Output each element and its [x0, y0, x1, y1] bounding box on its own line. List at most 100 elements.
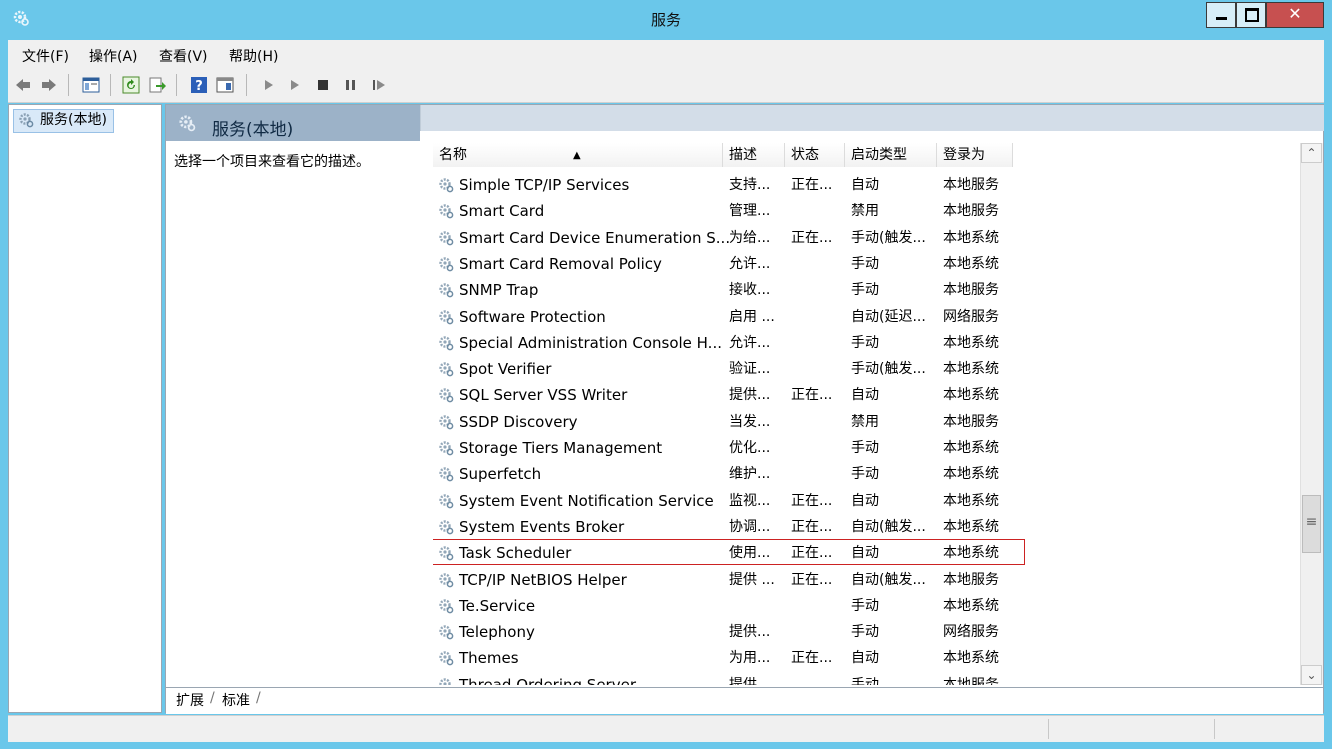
service-row[interactable]: Storage Tiers Management 优化... 手动 本地系统	[433, 434, 1300, 460]
service-name: SQL Server VSS Writer	[459, 386, 628, 405]
menu-bar: 文件(F) 操作(A) 查看(V) 帮助(H)	[8, 40, 1324, 68]
service-row[interactable]: Spot Verifier 验证... 手动(触发... 本地系统	[433, 355, 1300, 381]
service-row[interactable]: SQL Server VSS Writer 提供... 正在... 自动 本地系统	[433, 381, 1300, 407]
column-header-logon-as[interactable]: 登录为	[937, 143, 1013, 167]
start-service-alt-icon[interactable]	[286, 76, 304, 94]
service-row[interactable]: System Event Notification Service 监视... 正在…	[433, 487, 1300, 513]
service-gear-icon	[439, 257, 454, 272]
service-row[interactable]: Task Scheduler 使用... 正在... 自动 本地系统	[433, 539, 1025, 566]
stop-service-icon[interactable]	[314, 76, 332, 94]
restart-service-icon[interactable]	[370, 76, 388, 94]
help-icon[interactable]: ?	[190, 76, 208, 94]
service-row[interactable]: Smart Card Device Enumeration S... 为给... 正…	[433, 224, 1300, 250]
column-header-label: 启动类型	[851, 147, 907, 163]
service-description: 接收...	[729, 282, 771, 299]
show-hide-console-tree-icon[interactable]	[82, 76, 100, 94]
service-row[interactable]: TCP/IP NetBIOS Helper 提供 ... 正在... 自动(触发...…	[433, 566, 1300, 592]
service-row[interactable]: Thread Ordering Server 提供... 手动 本地服务	[433, 671, 1300, 685]
service-description: 支持...	[729, 177, 771, 193]
service-row[interactable]: SSDP Discovery 当发... 禁用 本地服务	[433, 408, 1300, 434]
service-name: Telephony	[459, 623, 535, 642]
service-startup-type: 禁用	[851, 413, 879, 430]
service-name: SSDP Discovery	[459, 412, 578, 431]
toolbar-separator	[110, 74, 111, 96]
menu-view[interactable]: 查看(V)	[159, 46, 208, 66]
service-startup-type: 自动	[851, 650, 879, 667]
menu-help[interactable]: 帮助(H)	[229, 46, 278, 66]
service-row[interactable]: Smart Card 管理... 禁用 本地服务	[433, 197, 1300, 223]
service-name: Task Scheduler	[459, 544, 572, 563]
service-name: Storage Tiers Management	[459, 439, 663, 457]
pause-service-icon[interactable]	[342, 76, 360, 94]
service-description: 提供 ...	[729, 571, 775, 588]
service-row[interactable]: Simple TCP/IP Services 支持... 正在... 自动 本地服务	[433, 171, 1300, 197]
service-row[interactable]: Software Protection 启用 ... 自动(延迟... 网络服务	[433, 303, 1300, 329]
minimize-button[interactable]	[1206, 2, 1236, 28]
scroll-thumb[interactable]: ≡	[1302, 495, 1321, 553]
service-row[interactable]: Smart Card Removal Policy 允许... 手动 本地系统	[433, 250, 1300, 276]
service-startup-type: 手动	[851, 440, 879, 456]
service-logon-as: 本地服务	[943, 177, 999, 193]
services-list: 名称 ▲ 描述 状态 启动类型 登录为 Simple TCP/IP Servic…	[433, 143, 1300, 685]
service-startup-type: 自动(触发...	[851, 518, 926, 535]
forward-icon[interactable]	[40, 76, 58, 94]
service-logon-as: 本地系统	[943, 518, 999, 535]
service-description: 优化...	[729, 440, 771, 456]
menu-file[interactable]: 文件(F)	[22, 46, 69, 66]
refresh-icon[interactable]	[122, 76, 140, 94]
toolbar-separator	[68, 74, 69, 96]
services-gear-icon	[19, 113, 34, 128]
service-logon-as: 本地服务	[943, 571, 999, 588]
service-row[interactable]: System Events Broker 协调... 正在... 自动(触发... 本地…	[433, 513, 1300, 539]
service-name: System Event Notification Service	[459, 491, 714, 510]
status-separator	[1048, 719, 1049, 739]
console-tree: 服务(本地)	[8, 104, 162, 713]
minimize-icon	[1216, 17, 1227, 20]
column-header-name[interactable]: 名称 ▲	[433, 143, 723, 167]
service-gear-icon	[439, 178, 454, 193]
column-header-status[interactable]: 状态	[785, 143, 845, 167]
service-startup-type: 禁用	[851, 203, 879, 220]
properties-icon[interactable]	[216, 76, 234, 94]
service-row[interactable]: Special Administration Console H... 允许...…	[433, 329, 1300, 355]
export-list-icon[interactable]	[148, 76, 166, 94]
status-bar	[8, 715, 1324, 742]
service-name: System Events Broker	[459, 517, 625, 536]
service-row[interactable]: Telephony 提供... 手动 网络服务	[433, 618, 1300, 644]
scroll-down-icon[interactable]: ⌄	[1301, 665, 1322, 685]
column-header-description[interactable]: 描述	[723, 143, 785, 167]
service-startup-type: 自动(延迟...	[851, 308, 926, 325]
service-logon-as: 本地系统	[943, 597, 999, 614]
service-row[interactable]: SNMP Trap 接收... 手动 本地服务	[433, 276, 1300, 302]
tab-extended[interactable]: 扩展	[176, 690, 204, 710]
service-row[interactable]: Te.Service 手动 本地系统	[433, 592, 1300, 618]
service-startup-type: 自动	[851, 177, 879, 193]
service-startup-type: 手动	[851, 624, 879, 641]
service-gear-icon	[439, 283, 454, 298]
service-row[interactable]: Superfetch 维护... 手动 本地系统	[433, 460, 1300, 486]
vertical-scrollbar[interactable]: ⌃ ≡ ⌄	[1300, 143, 1323, 685]
back-icon[interactable]	[14, 76, 32, 94]
close-button[interactable]: ✕	[1266, 2, 1324, 28]
service-logon-as: 本地系统	[943, 545, 999, 562]
maximize-icon	[1245, 8, 1259, 22]
column-header-startup-type[interactable]: 启动类型	[845, 143, 937, 167]
service-name: Smart Card Removal Policy	[459, 254, 662, 273]
services-pane: 服务(本地) 选择一个项目来查看它的描述。 名称 ▲ 描述 状态 启动类型 登录…	[165, 104, 1324, 714]
column-header-label: 登录为	[943, 147, 985, 163]
service-description: 当发...	[729, 413, 771, 430]
service-gear-icon	[439, 546, 454, 561]
service-logon-as: 本地系统	[943, 492, 999, 509]
close-icon: ✕	[1288, 4, 1302, 23]
service-row[interactable]: Themes 为用... 正在... 自动 本地系统	[433, 644, 1300, 670]
start-service-icon[interactable]	[260, 76, 278, 94]
tree-item-services-local[interactable]: 服务(本地)	[13, 109, 114, 133]
menu-action[interactable]: 操作(A)	[89, 46, 138, 66]
service-description: 为用...	[729, 650, 771, 667]
service-description: 为给...	[729, 229, 771, 246]
service-gear-icon	[439, 493, 454, 508]
maximize-button[interactable]	[1236, 2, 1266, 28]
scroll-up-icon[interactable]: ⌃	[1301, 143, 1322, 163]
tab-standard[interactable]: 标准	[222, 690, 250, 710]
service-status: 正在...	[791, 177, 833, 193]
